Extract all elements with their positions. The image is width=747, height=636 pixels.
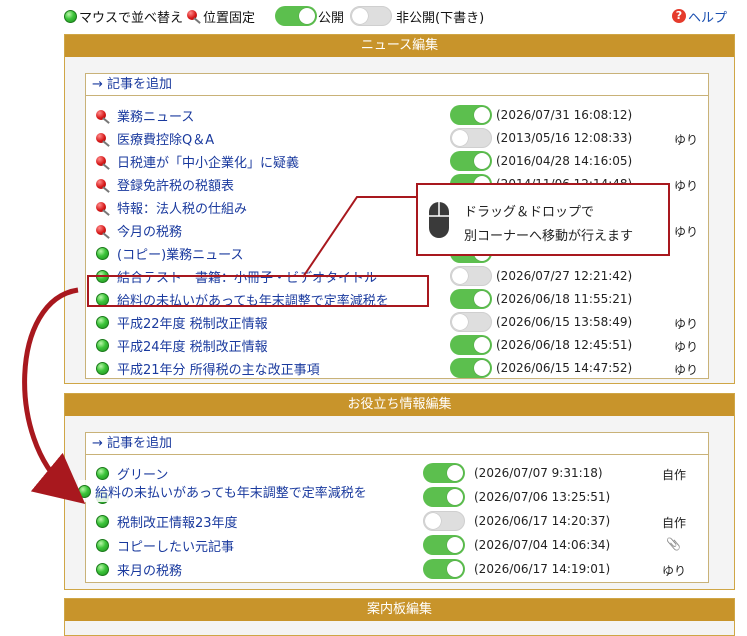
pointer-line [302, 196, 418, 278]
callout-line-2: 別コーナーへ移動が行えます [464, 229, 634, 244]
callout-line-1: ドラッグ＆ドロップで [464, 205, 595, 220]
drag-drop-callout: ドラッグ＆ドロップで 別コーナーへ移動が行えます [416, 183, 670, 256]
drag-arrow [22, 287, 86, 504]
mouse-icon [429, 202, 449, 238]
callout-pointer-line [22, 196, 418, 504]
